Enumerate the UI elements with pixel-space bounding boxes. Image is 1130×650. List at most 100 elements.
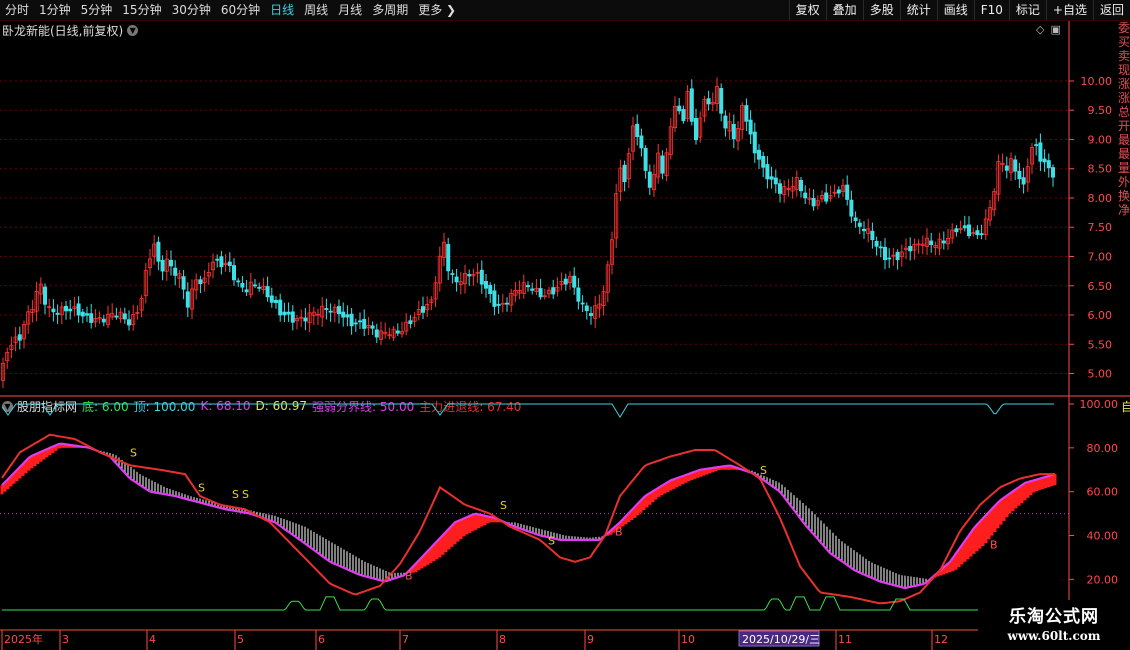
watermark-title: 乐淘公式网 xyxy=(1009,607,1099,627)
candle-body xyxy=(458,281,463,285)
candle-body xyxy=(597,303,602,309)
candle-body xyxy=(269,295,274,303)
candle-body xyxy=(1030,147,1035,165)
mark-button[interactable]: 标记 xyxy=(1008,0,1046,20)
candle-body xyxy=(227,261,232,267)
candle-body xyxy=(51,308,56,313)
candle-body xyxy=(925,237,930,247)
period-tab-60min[interactable]: 60分钟 xyxy=(216,0,265,20)
candle-body xyxy=(328,310,333,313)
candle-body xyxy=(950,229,955,239)
period-tab-multi[interactable]: 多周期 xyxy=(367,0,413,20)
candle-body xyxy=(761,155,766,168)
candle-body xyxy=(748,119,753,135)
candle-body xyxy=(824,192,829,202)
overlay-button[interactable]: 叠加 xyxy=(825,0,863,20)
candle-body xyxy=(941,240,946,244)
candle-body xyxy=(441,241,446,258)
date-label: 3 xyxy=(62,633,69,646)
window-icon[interactable]: ▣ xyxy=(1050,23,1060,36)
candle-body xyxy=(202,277,207,283)
candle-body xyxy=(828,195,833,199)
adjust-button[interactable]: 复权 xyxy=(788,0,826,20)
candle-body xyxy=(294,318,299,322)
chevron-down-icon[interactable]: ▼ xyxy=(2,400,13,412)
candle-body xyxy=(374,329,379,338)
candle-body xyxy=(1017,170,1022,180)
candle-body xyxy=(635,123,640,138)
period-toolbar: 分时 1分钟 5分钟 15分钟 30分钟 60分钟 日线 周线 月线 多周期 更… xyxy=(0,0,1130,21)
candle-body xyxy=(610,239,615,265)
candle-body xyxy=(433,282,438,300)
candle-body xyxy=(273,300,278,304)
signal-annotation: S xyxy=(548,534,555,547)
candle-body xyxy=(118,311,123,320)
candle-body xyxy=(177,273,182,279)
candle-body xyxy=(694,117,699,141)
candle-body xyxy=(59,306,64,316)
chart-canvas[interactable]: SSS SSSSBBB 10.009.509.008.508.007.507.00… xyxy=(0,0,1130,650)
period-tab-monthly[interactable]: 月线 xyxy=(333,0,367,20)
candle-body xyxy=(626,153,631,180)
candle-body xyxy=(1042,158,1047,163)
candle-body xyxy=(471,273,476,277)
candle-body xyxy=(349,313,354,327)
period-tab-30min[interactable]: 30分钟 xyxy=(167,0,216,20)
back-button[interactable]: 返回 xyxy=(1092,0,1130,20)
candle-body xyxy=(1046,160,1051,169)
candle-body xyxy=(563,278,568,285)
candle-body xyxy=(647,171,652,188)
draw-line-button[interactable]: 画线 xyxy=(936,0,974,20)
candle-body xyxy=(437,255,442,284)
candle-body xyxy=(387,334,392,337)
candle-body xyxy=(504,302,509,305)
price-tick-label: 5.50 xyxy=(1088,338,1113,351)
candle-body xyxy=(206,272,211,277)
candle-body xyxy=(916,243,921,246)
candle-body xyxy=(832,191,837,194)
add-watchlist-button[interactable]: +自选 xyxy=(1045,0,1093,20)
f10-button[interactable]: F10 xyxy=(973,0,1009,20)
candle-body xyxy=(366,325,371,329)
period-tab-daily[interactable]: 日线 xyxy=(265,0,299,20)
candle-body xyxy=(912,243,917,251)
diamond-icon[interactable]: ◇ xyxy=(1036,23,1044,36)
candle-body xyxy=(89,313,94,323)
period-tab-more[interactable]: 更多 ❯ xyxy=(413,0,461,20)
candle-body xyxy=(420,306,425,313)
price-tick-label: 7.50 xyxy=(1088,221,1113,234)
date-label: 11 xyxy=(838,633,852,646)
candle-body xyxy=(168,259,173,267)
candle-body xyxy=(114,315,119,318)
date-label: 9 xyxy=(587,633,594,646)
candle-body xyxy=(643,147,648,171)
period-tab-5min[interactable]: 5分钟 xyxy=(76,0,118,20)
chevron-down-icon[interactable]: ▼ xyxy=(127,24,139,36)
axis-layer: 10.00 9.50 9.00 8.50 8.00 7.50 7.00 6.50 6.00 5.5… xyxy=(0,21,1130,650)
candle-body xyxy=(878,246,883,249)
candle-body xyxy=(307,312,312,324)
period-tab-15min[interactable]: 15分钟 xyxy=(117,0,166,20)
candle-body xyxy=(551,287,556,295)
price-tick-label: 6.50 xyxy=(1088,280,1113,293)
candle-body xyxy=(584,305,589,312)
statistics-button[interactable]: 统计 xyxy=(899,0,937,20)
candle-body xyxy=(76,303,81,316)
candle-body xyxy=(181,276,186,290)
candle-body xyxy=(891,254,896,257)
candle-body xyxy=(710,101,715,105)
multi-stock-button[interactable]: 多股 xyxy=(862,0,900,20)
period-tab-weekly[interactable]: 周线 xyxy=(299,0,333,20)
price-tick-label: 7.00 xyxy=(1088,250,1113,263)
price-tick-label: 9.00 xyxy=(1088,133,1113,146)
stock-title: 卧龙新能(日线,前复权) xyxy=(2,23,124,38)
candle-body xyxy=(740,105,745,131)
candle-body xyxy=(803,192,808,199)
candle-body xyxy=(815,200,820,206)
signal-annotation: S xyxy=(232,488,239,501)
candle-body xyxy=(769,176,774,180)
candle-body xyxy=(887,257,892,260)
period-tab-intraday[interactable]: 分时 xyxy=(0,0,34,20)
candle-body xyxy=(399,331,404,335)
period-tab-1min[interactable]: 1分钟 xyxy=(34,0,76,20)
